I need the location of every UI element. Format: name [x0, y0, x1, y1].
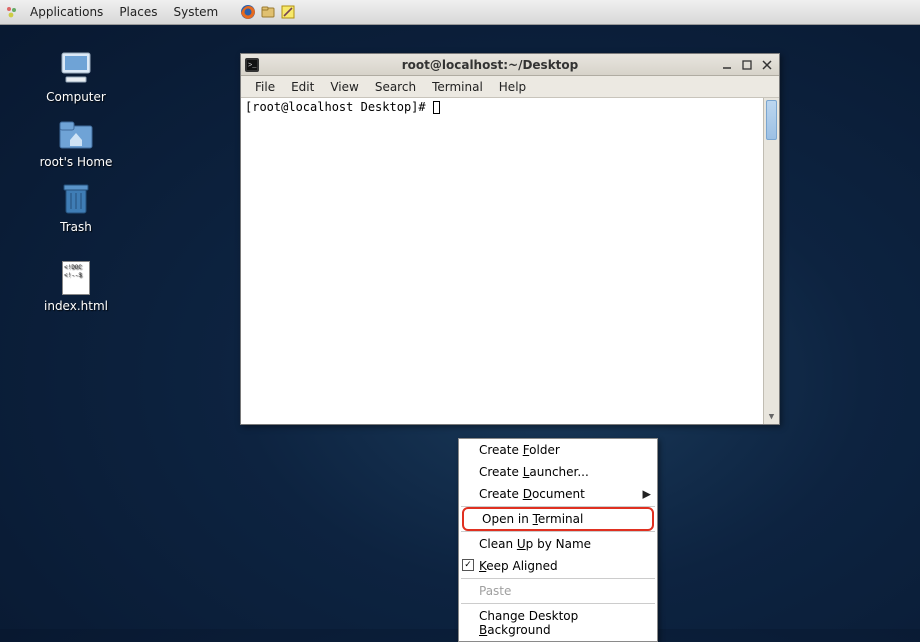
desktop-icon-label: Trash — [36, 220, 116, 234]
footprint-icon — [4, 4, 20, 20]
folder-home-icon — [36, 114, 116, 154]
menu-applications[interactable]: Applications — [24, 3, 109, 21]
file-manager-icon[interactable] — [260, 4, 276, 20]
menu-separator — [461, 578, 655, 579]
html-file-icon: <!DOC <!--$ — [36, 258, 116, 298]
menu-change-background[interactable]: Change Desktop Background — [459, 605, 657, 641]
scroll-down-icon[interactable]: ▼ — [764, 410, 779, 424]
desktop-icon-label: root's Home — [36, 155, 116, 169]
menu-help[interactable]: Help — [491, 78, 534, 96]
terminal-scrollbar[interactable]: ▲ ▼ — [763, 98, 779, 424]
submenu-arrow-icon: ▶ — [643, 488, 651, 501]
menu-create-document[interactable]: Create Document ▶ — [459, 483, 657, 505]
firefox-icon[interactable] — [240, 4, 256, 20]
checkbox-icon: ✓ — [462, 559, 474, 571]
window-titlebar[interactable]: >_ root@localhost:~/Desktop — [241, 54, 779, 76]
terminal-prompt: [root@localhost Desktop]# — [245, 100, 433, 114]
menu-separator — [461, 531, 655, 532]
menu-clean-up[interactable]: Clean Up by Name — [459, 533, 657, 555]
desktop-icon-label: Computer — [36, 90, 116, 104]
terminal-icon: >_ — [245, 58, 259, 72]
window-title: root@localhost:~/Desktop — [265, 58, 715, 72]
menu-places[interactable]: Places — [113, 3, 163, 21]
menu-open-in-terminal[interactable]: Open in Terminal — [462, 507, 654, 531]
menu-search[interactable]: Search — [367, 78, 424, 96]
svg-text:>_: >_ — [248, 62, 257, 70]
menu-keep-aligned[interactable]: ✓ Keep Aligned — [459, 555, 657, 577]
desktop-icon-computer[interactable]: Computer — [36, 49, 116, 104]
menu-system[interactable]: System — [167, 3, 224, 21]
menu-separator — [461, 603, 655, 604]
desktop-icon-home[interactable]: root's Home — [36, 114, 116, 169]
close-button[interactable] — [759, 58, 775, 72]
menu-file[interactable]: File — [247, 78, 283, 96]
menu-terminal[interactable]: Terminal — [424, 78, 491, 96]
maximize-button[interactable] — [739, 58, 755, 72]
desktop-icon-index[interactable]: <!DOC <!--$ index.html — [36, 258, 116, 313]
desktop-icon-trash[interactable]: Trash — [36, 179, 116, 234]
menu-create-launcher[interactable]: Create Launcher... — [459, 461, 657, 483]
desktop-icon-label: index.html — [36, 299, 116, 313]
menu-paste: Paste — [459, 580, 657, 602]
desktop-context-menu: Create Folder Create Launcher... Create … — [458, 438, 658, 642]
minimize-button[interactable] — [719, 58, 735, 72]
trash-icon — [36, 179, 116, 219]
menu-create-folder[interactable]: Create Folder — [459, 439, 657, 461]
menu-view[interactable]: View — [322, 78, 366, 96]
terminal-window: >_ root@localhost:~/Desktop File Edit Vi… — [240, 53, 780, 425]
scrollbar-thumb[interactable] — [766, 100, 777, 140]
notepad-icon[interactable] — [280, 4, 296, 20]
terminal-body[interactable]: [root@localhost Desktop]# ▲ ▼ — [241, 98, 779, 424]
computer-icon — [36, 49, 116, 89]
top-panel: Applications Places System — [0, 0, 920, 25]
terminal-menubar: File Edit View Search Terminal Help — [241, 76, 779, 98]
terminal-cursor — [433, 101, 440, 114]
menu-edit[interactable]: Edit — [283, 78, 322, 96]
